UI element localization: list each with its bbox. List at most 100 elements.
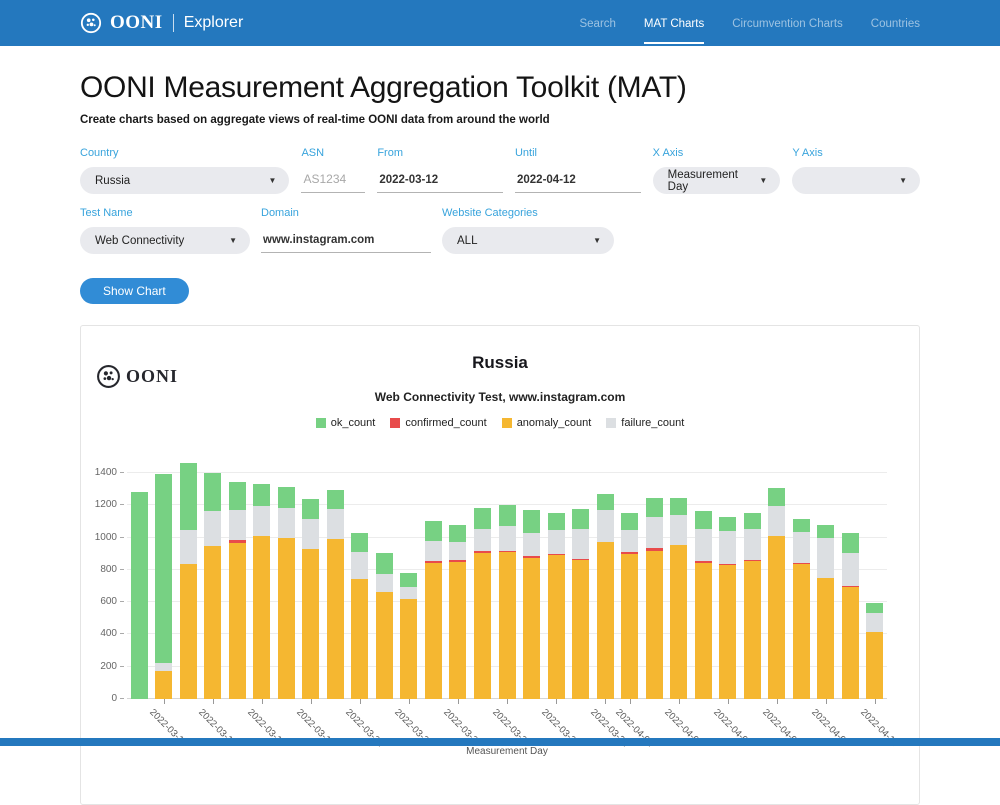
legend-item-failure[interactable]: failure_count (606, 417, 684, 429)
bar-2022-03-13[interactable] (155, 474, 172, 699)
y-axis-select[interactable]: ▼ (792, 167, 920, 194)
bar-segment-ok_count (327, 490, 344, 509)
bar-segment-failure_count (376, 574, 393, 592)
until-date-input[interactable] (515, 167, 641, 193)
bar-segment-failure_count (499, 526, 516, 550)
legend-swatch-anomaly (502, 418, 512, 428)
nav-circumvention-charts[interactable]: Circumvention Charts (732, 3, 843, 44)
bar-segment-failure_count (400, 587, 417, 599)
bar-segment-anomaly_count (523, 558, 540, 699)
bar-2022-03-15[interactable] (204, 473, 221, 699)
bar-segment-confirmed_count (548, 554, 565, 556)
bar-segment-anomaly_count (744, 561, 761, 699)
country-value: Russia (95, 175, 130, 187)
bar-2022-04-08[interactable] (793, 519, 810, 699)
brand[interactable]: OONI Explorer (80, 12, 243, 34)
bar-2022-03-25[interactable] (449, 525, 466, 699)
y-tick (120, 633, 124, 634)
bar-2022-03-23[interactable] (400, 573, 417, 699)
bar-2022-03-16[interactable] (229, 482, 246, 699)
chevron-down-icon: ▼ (269, 177, 277, 185)
domain-input[interactable] (261, 227, 431, 253)
bar-2022-04-03[interactable] (670, 498, 687, 699)
asn-input[interactable] (301, 167, 365, 193)
bar-segment-ok_count (817, 525, 834, 538)
bar-2022-04-09[interactable] (817, 525, 834, 699)
bar-segment-ok_count (180, 463, 197, 530)
bar-segment-failure_count (646, 517, 663, 548)
bar-segment-anomaly_count (204, 546, 221, 699)
bar-segment-confirmed_count (572, 559, 589, 561)
bar-segment-anomaly_count (768, 536, 785, 699)
legend-item-ok[interactable]: ok_count (316, 417, 376, 429)
page-title: OONI Measurement Aggregation Toolkit (MA… (80, 71, 920, 105)
bar-segment-failure_count (302, 519, 319, 549)
bar-2022-04-04[interactable] (695, 511, 712, 699)
y-tick-label: 1400 (81, 467, 117, 478)
bar-2022-04-06[interactable] (744, 513, 761, 699)
legend-item-anomaly[interactable]: anomaly_count (502, 417, 592, 429)
country-label: Country (80, 147, 289, 159)
test-name-label: Test Name (80, 207, 250, 219)
bar-2022-04-07[interactable] (768, 488, 785, 699)
nav-countries[interactable]: Countries (871, 3, 920, 44)
nav-search[interactable]: Search (579, 3, 615, 44)
chart-card: OONI Russia Web Connectivity Test, www.i… (80, 325, 920, 805)
legend-item-confirmed[interactable]: confirmed_count (390, 417, 486, 429)
chart-plot: 02004006008001000120014002022-03-132022-… (127, 457, 887, 699)
test-name-select[interactable]: Web Connectivity ▼ (80, 227, 250, 254)
bar-segment-ok_count (278, 487, 295, 508)
bar-2022-04-02[interactable] (646, 498, 663, 699)
bar-2022-03-28[interactable] (523, 510, 540, 699)
bar-segment-anomaly_count (155, 671, 172, 699)
bar-segment-ok_count (695, 511, 712, 529)
bar-segment-failure_count (621, 530, 638, 552)
country-select[interactable]: Russia ▼ (80, 167, 289, 194)
bar-segment-anomaly_count (499, 552, 516, 699)
bar-segment-failure_count (719, 531, 736, 563)
bar-2022-03-14[interactable] (180, 463, 197, 699)
bar-segment-anomaly_count (449, 562, 466, 699)
bar-2022-03-30[interactable] (572, 509, 589, 699)
bar-2022-04-10[interactable] (842, 533, 859, 699)
bar-2022-03-21[interactable] (351, 533, 368, 699)
nav-mat-charts[interactable]: MAT Charts (644, 3, 704, 44)
bar-2022-03-17[interactable] (253, 484, 270, 700)
bar-2022-03-29[interactable] (548, 513, 565, 699)
bar-segment-ok_count (425, 521, 442, 540)
bar-2022-03-26[interactable] (474, 508, 491, 699)
bar-2022-03-31[interactable] (597, 494, 614, 699)
bar-segment-anomaly_count (400, 599, 417, 699)
bar-segment-failure_count (204, 511, 221, 547)
bar-segment-ok_count (351, 533, 368, 552)
y-tick (120, 569, 124, 570)
y-tick-label: 200 (81, 661, 117, 672)
from-date-input[interactable] (377, 167, 503, 193)
bar-2022-03-24[interactable] (425, 521, 442, 699)
bar-2022-03-27[interactable] (499, 504, 516, 699)
ooni-logo-icon (80, 12, 102, 34)
bar-2022-04-05[interactable] (719, 517, 736, 699)
bar-2022-04-01[interactable] (621, 513, 638, 699)
chevron-down-icon: ▼ (759, 177, 767, 185)
bar-2022-03-12[interactable] (131, 492, 148, 699)
bar-2022-03-20[interactable] (327, 490, 344, 699)
x-tick (262, 699, 263, 704)
bar-segment-confirmed_count (842, 586, 859, 587)
x-tick (213, 699, 214, 704)
until-label: Until (515, 147, 641, 159)
bar-2022-03-22[interactable] (376, 553, 393, 699)
chart-title: Russia (81, 353, 919, 373)
bar-2022-03-19[interactable] (302, 499, 319, 699)
bar-segment-anomaly_count (866, 632, 883, 699)
bar-2022-04-11[interactable] (866, 603, 883, 699)
show-chart-button[interactable]: Show Chart (80, 278, 189, 304)
bar-2022-03-18[interactable] (278, 487, 295, 699)
website-categories-select[interactable]: ALL ▼ (442, 227, 614, 254)
x-tick (875, 699, 876, 704)
y-tick-label: 800 (81, 564, 117, 575)
bar-segment-failure_count (793, 532, 810, 563)
legend-label-anomaly: anomaly_count (517, 417, 592, 429)
x-tick (777, 699, 778, 704)
x-axis-select[interactable]: Measurement Day ▼ (653, 167, 781, 194)
